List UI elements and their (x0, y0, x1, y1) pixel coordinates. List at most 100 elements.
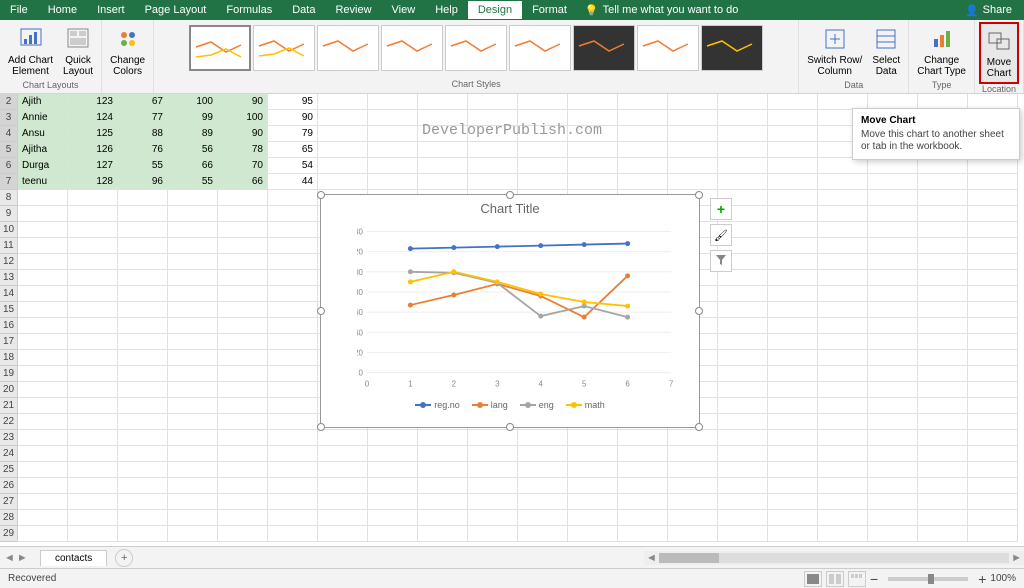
cell[interactable] (168, 206, 218, 222)
cell[interactable] (168, 366, 218, 382)
cell[interactable] (968, 286, 1018, 302)
cell[interactable] (768, 126, 818, 142)
cell[interactable] (268, 510, 318, 526)
cell[interactable] (468, 526, 518, 542)
cell[interactable] (768, 222, 818, 238)
cell[interactable] (818, 286, 868, 302)
cell[interactable] (168, 350, 218, 366)
cell[interactable] (168, 430, 218, 446)
cell[interactable] (918, 222, 968, 238)
embedded-chart[interactable]: Chart Title 02040608010012014001234567 r… (320, 194, 700, 428)
cell[interactable] (818, 446, 868, 462)
cell[interactable] (718, 318, 768, 334)
cell[interactable] (18, 414, 68, 430)
cell[interactable] (768, 174, 818, 190)
row-header[interactable]: 8 (0, 190, 18, 206)
cell[interactable] (768, 462, 818, 478)
chart-style-3[interactable] (317, 25, 379, 71)
cell[interactable] (418, 430, 468, 446)
cell[interactable] (568, 446, 618, 462)
cell[interactable] (418, 174, 468, 190)
cell[interactable] (868, 350, 918, 366)
cell[interactable] (868, 222, 918, 238)
cell[interactable] (318, 526, 368, 542)
cell[interactable] (168, 478, 218, 494)
cell[interactable]: 90 (268, 110, 318, 126)
cell[interactable] (518, 94, 568, 110)
cell[interactable] (768, 206, 818, 222)
cell[interactable] (968, 478, 1018, 494)
row-header[interactable]: 27 (0, 494, 18, 510)
cell[interactable] (268, 526, 318, 542)
cell[interactable] (318, 478, 368, 494)
cell[interactable] (618, 462, 668, 478)
cell[interactable] (318, 110, 368, 126)
row-header[interactable]: 16 (0, 318, 18, 334)
cell[interactable] (68, 318, 118, 334)
menu-format[interactable]: Format (522, 1, 577, 19)
cell[interactable] (718, 414, 768, 430)
cell[interactable] (618, 174, 668, 190)
cell[interactable]: 123 (68, 94, 118, 110)
cell[interactable] (618, 526, 668, 542)
cell[interactable] (718, 334, 768, 350)
cell[interactable] (968, 174, 1018, 190)
cell[interactable] (568, 478, 618, 494)
cell[interactable] (218, 222, 268, 238)
legend-item[interactable]: lang (472, 400, 508, 410)
chart-style-9[interactable] (701, 25, 763, 71)
cell[interactable] (318, 158, 368, 174)
quick-layout-button[interactable]: Quick Layout (59, 22, 97, 80)
cell[interactable] (618, 430, 668, 446)
cell[interactable] (118, 334, 168, 350)
cell[interactable] (968, 206, 1018, 222)
cell[interactable] (718, 94, 768, 110)
cell[interactable] (868, 510, 918, 526)
zoom-out-button[interactable]: − (870, 571, 878, 587)
cell[interactable] (468, 430, 518, 446)
cell[interactable] (668, 142, 718, 158)
cell[interactable] (818, 190, 868, 206)
cell[interactable] (818, 366, 868, 382)
cell[interactable]: 56 (168, 142, 218, 158)
cell[interactable] (118, 350, 168, 366)
cell[interactable] (168, 494, 218, 510)
cell[interactable] (718, 366, 768, 382)
cell[interactable] (368, 446, 418, 462)
cell[interactable] (918, 526, 968, 542)
row-header[interactable]: 25 (0, 462, 18, 478)
cell[interactable] (118, 206, 168, 222)
cell[interactable] (668, 430, 718, 446)
change-chart-type-button[interactable]: Change Chart Type (913, 22, 970, 80)
cell[interactable] (418, 110, 468, 126)
cell[interactable] (918, 302, 968, 318)
cell[interactable] (818, 350, 868, 366)
cell[interactable] (968, 238, 1018, 254)
cell[interactable] (218, 462, 268, 478)
cell[interactable] (168, 222, 218, 238)
cell[interactable] (368, 526, 418, 542)
zoom-slider[interactable] (888, 577, 968, 581)
cell[interactable] (718, 174, 768, 190)
tell-me-search[interactable]: 💡 Tell me what you want to do (585, 4, 738, 17)
cell[interactable] (418, 126, 468, 142)
cell[interactable] (968, 318, 1018, 334)
cell[interactable] (818, 158, 868, 174)
cell[interactable] (318, 430, 368, 446)
row-header[interactable]: 3 (0, 110, 18, 126)
cell[interactable] (768, 190, 818, 206)
row-header[interactable]: 21 (0, 398, 18, 414)
cell[interactable] (618, 110, 668, 126)
cell[interactable] (418, 526, 468, 542)
cell[interactable] (318, 142, 368, 158)
cell[interactable] (418, 446, 468, 462)
cell[interactable] (168, 446, 218, 462)
cell[interactable] (18, 462, 68, 478)
cell[interactable] (418, 142, 468, 158)
cell[interactable] (568, 526, 618, 542)
resize-handle-w[interactable] (317, 307, 325, 315)
cell[interactable] (918, 366, 968, 382)
cell[interactable] (768, 254, 818, 270)
cell[interactable] (668, 158, 718, 174)
cell[interactable] (518, 142, 568, 158)
